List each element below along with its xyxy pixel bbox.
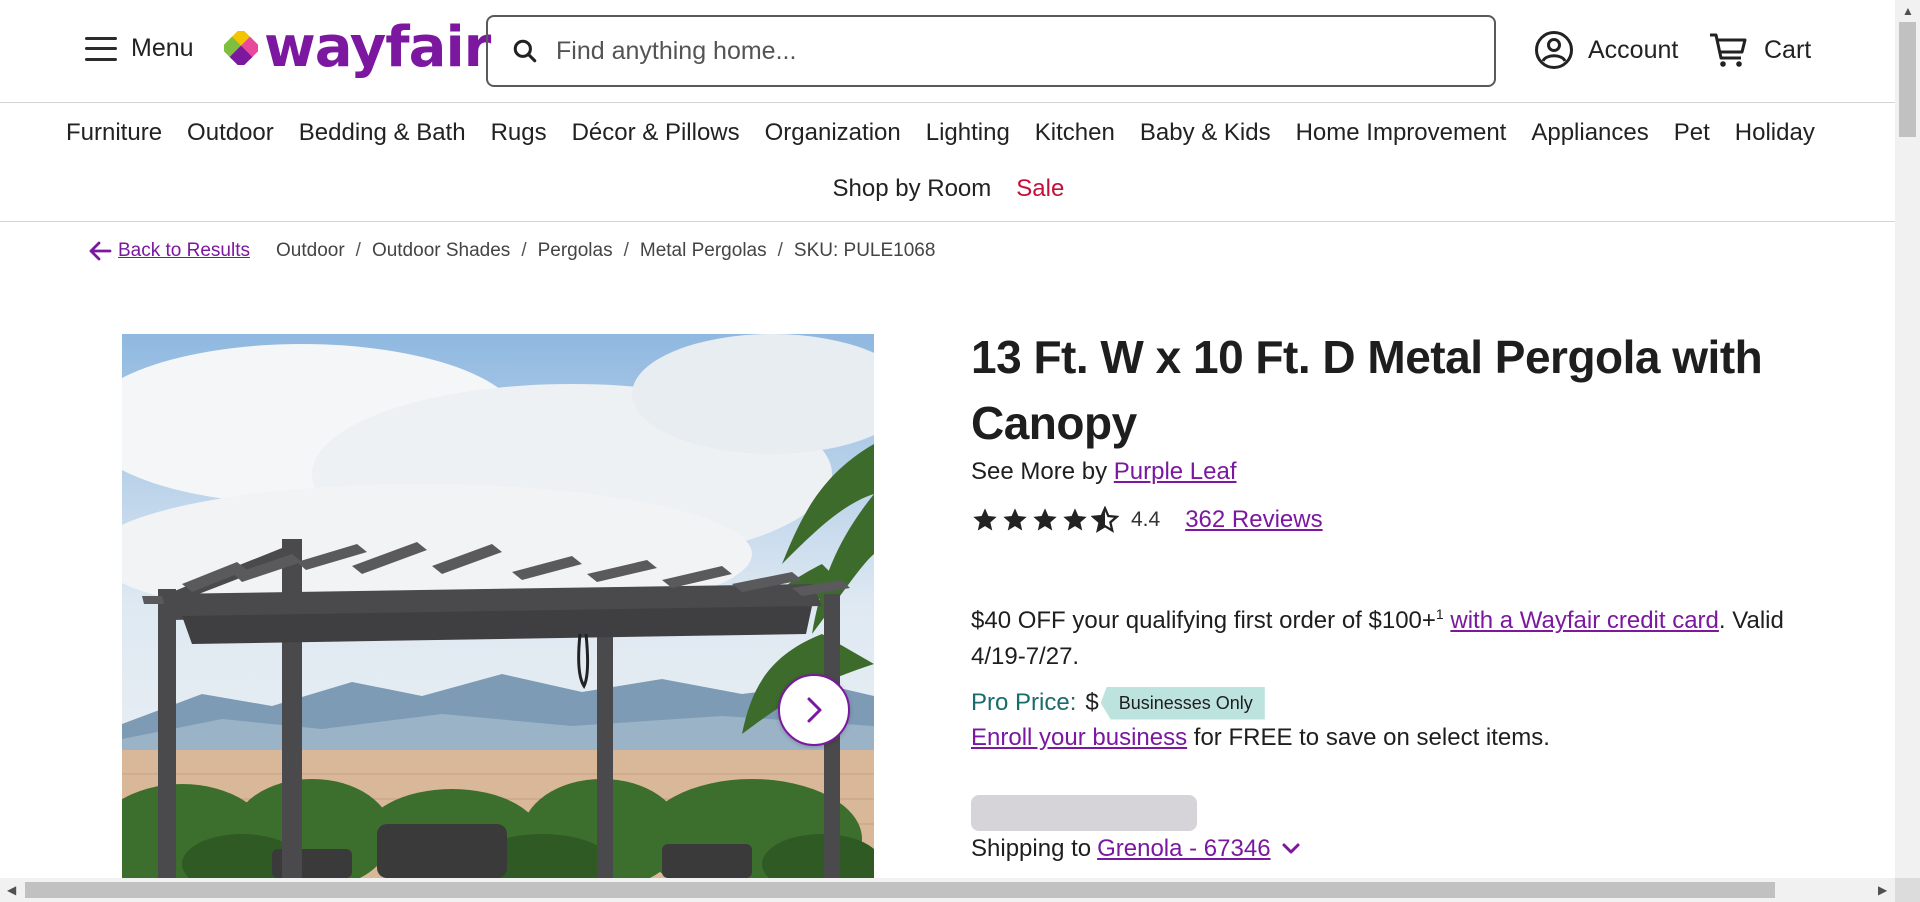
next-image-button[interactable] — [778, 674, 850, 746]
sku-label: SKU: PULE1068 — [793, 240, 936, 261]
cart-label: Cart — [1764, 35, 1812, 64]
nav-category-pet[interactable]: Pet — [1661, 119, 1722, 147]
nav-category-bedding-bath[interactable]: Bedding & Bath — [286, 119, 478, 147]
pro-price-label: Pro Price: — [971, 689, 1077, 716]
promo-footnote: 1 — [1435, 606, 1444, 622]
breadcrumb-item[interactable]: Metal Pergolas — [640, 240, 767, 262]
star-half-icon — [1091, 506, 1119, 533]
reviews-link[interactable]: 362 Reviews — [1185, 506, 1322, 534]
account-button[interactable]: Account — [1534, 30, 1678, 70]
brand-link[interactable]: Purple Leaf — [1114, 458, 1237, 485]
horizontal-scrollbar[interactable]: ◀ ▶ — [0, 878, 1895, 902]
site-header: Menu wayfair Account Cart — [0, 0, 1895, 103]
chevron-down-icon[interactable] — [1281, 842, 1301, 856]
promo-text: $40 OFF your qualifying first order of $… — [971, 607, 1436, 634]
arrow-left-icon — [89, 241, 112, 261]
price-loading-placeholder — [971, 795, 1197, 831]
nav-category-lighting[interactable]: Lighting — [913, 119, 1022, 147]
nav-category-holiday[interactable]: Holiday — [1722, 119, 1827, 147]
breadcrumb-item[interactable]: Pergolas — [538, 240, 613, 262]
scroll-left-icon[interactable]: ◀ — [7, 883, 16, 897]
shipping-prefix: Shipping to — [971, 835, 1092, 862]
star-full-icon — [1003, 508, 1027, 531]
pro-price-value: $ — [1085, 689, 1099, 716]
star-full-icon — [1033, 508, 1057, 531]
pergola-photo — [122, 334, 874, 878]
category-row-2: Shop by Room Sale — [820, 175, 1077, 203]
nav-sale[interactable]: Sale — [1004, 175, 1077, 203]
nav-category-rugs[interactable]: Rugs — [478, 119, 559, 147]
breadcrumb-item[interactable]: Outdoor — [276, 240, 345, 262]
enroll-business-link[interactable]: Enroll your business — [971, 724, 1187, 751]
rating-row: 4.4 362 Reviews — [971, 504, 1811, 536]
hamburger-icon — [85, 36, 117, 61]
nav-category-organization[interactable]: Organization — [752, 119, 913, 147]
breadcrumb-separator: / — [623, 240, 629, 261]
star-full-icon — [1063, 508, 1087, 531]
nav-category-baby-kids[interactable]: Baby & Kids — [1127, 119, 1283, 147]
product-title: 13 Ft. W x 10 Ft. D Metal Pergola with C… — [971, 331, 1763, 449]
nav-shop-by-room[interactable]: Shop by Room — [820, 175, 1004, 203]
scrollbar-corner — [1895, 878, 1920, 902]
search-bar[interactable] — [486, 15, 1496, 87]
account-icon — [1535, 31, 1573, 69]
logo-text: wayfair — [264, 15, 491, 80]
nav-category-appliances[interactable]: Appliances — [1519, 119, 1661, 147]
back-to-results-link[interactable]: Back to Results — [88, 240, 250, 262]
star-full-icon — [973, 508, 997, 531]
businesses-only-badge: Businesses Only — [1100, 686, 1265, 720]
category-nav: Furniture Outdoor Bedding & Bath Rugs Décor … — [0, 103, 1895, 222]
vertical-scrollbar[interactable]: ▲ — [1895, 0, 1920, 878]
product-info: 13 Ft. W x 10 Ft. D Metal Pergola with C… — [971, 324, 1811, 863]
see-more-prefix: See More by — [971, 458, 1108, 485]
pro-price-row: Pro Price: $ Businesses Only — [971, 685, 1811, 721]
shipping-row: Shipping to Grenola - 67346 — [971, 835, 1811, 863]
credit-card-promo: $40 OFF your qualifying first order of $… — [971, 596, 1811, 675]
back-to-results-label: Back to Results — [118, 240, 250, 261]
search-icon — [513, 39, 537, 63]
credit-card-link[interactable]: with a Wayfair credit card — [1450, 607, 1719, 634]
menu-button[interactable]: Menu — [85, 34, 194, 63]
chevron-right-icon — [807, 697, 822, 723]
breadcrumb-separator: / — [521, 240, 527, 261]
horizontal-scroll-thumb[interactable] — [25, 882, 1775, 898]
nav-category-outdoor[interactable]: Outdoor — [175, 119, 287, 147]
breadcrumb-separator: / — [777, 240, 783, 261]
nav-category-furniture[interactable]: Furniture — [66, 119, 175, 147]
logo-mark-icon — [224, 31, 258, 65]
search-input[interactable] — [556, 36, 1456, 66]
star-rating — [971, 506, 1119, 534]
rating-value: 4.4 — [1131, 508, 1161, 531]
cart-icon — [1710, 33, 1747, 67]
breadcrumb: Back to Results Outdoor / Outdoor Shades… — [88, 240, 935, 262]
nav-category-kitchen[interactable]: Kitchen — [1022, 119, 1127, 147]
enroll-text: for FREE to save on select items. — [1193, 724, 1550, 751]
enroll-row: Enroll your business for FREE to save on… — [971, 721, 1811, 755]
wayfair-logo[interactable]: wayfair — [224, 15, 491, 80]
breadcrumb-item[interactable]: Outdoor Shades — [372, 240, 510, 262]
scroll-up-icon[interactable]: ▲ — [1902, 4, 1914, 18]
vertical-scroll-thumb[interactable] — [1899, 22, 1916, 137]
product-image[interactable] — [122, 334, 874, 878]
shipping-location-link[interactable]: Grenola - 67346 — [1097, 835, 1270, 863]
category-row-1: Furniture Outdoor Bedding & Bath Rugs Décor … — [66, 119, 1827, 147]
breadcrumb-separator: / — [355, 240, 361, 261]
cart-button[interactable]: Cart — [1708, 30, 1811, 70]
scroll-right-icon[interactable]: ▶ — [1878, 883, 1887, 897]
account-label: Account — [1588, 35, 1679, 64]
nav-category-home-improvement[interactable]: Home Improvement — [1283, 119, 1519, 147]
see-more-by: See More by Purple Leaf — [971, 456, 1811, 488]
nav-category-d-cor-pillows[interactable]: Décor & Pillows — [559, 119, 752, 147]
menu-label: Menu — [131, 34, 194, 62]
